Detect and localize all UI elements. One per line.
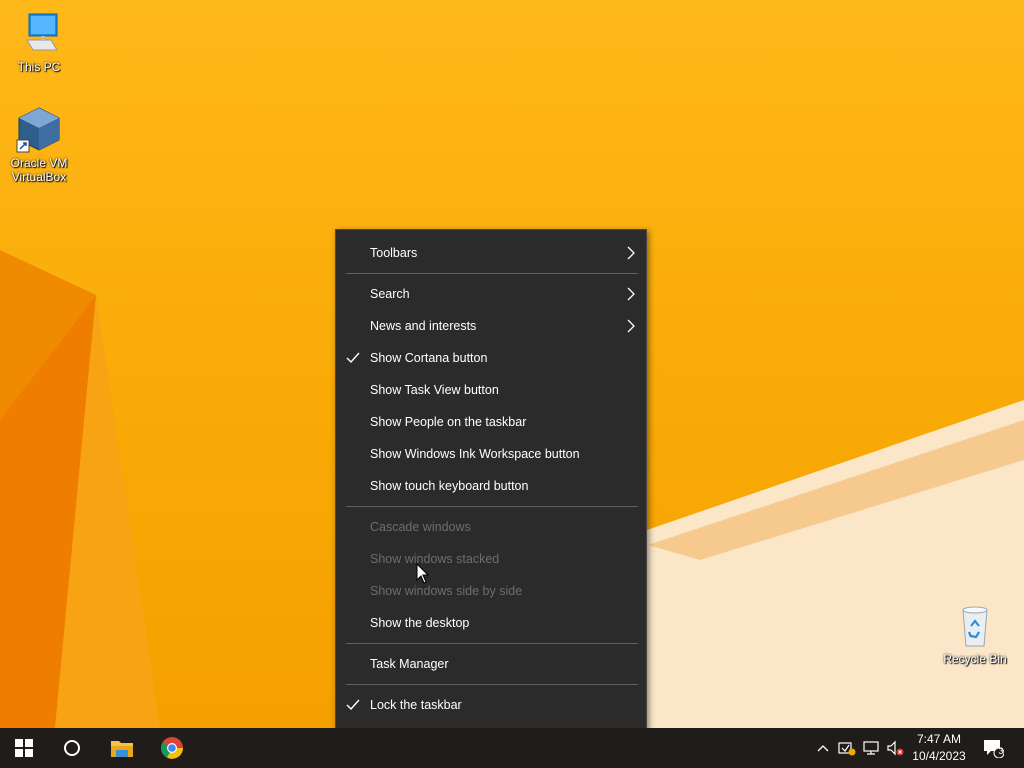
menu-separator — [346, 273, 638, 274]
menu-item-show-cortana-button[interactable]: Show Cortana button — [336, 342, 646, 374]
chrome-icon — [161, 737, 183, 759]
menu-item-label: Show windows stacked — [370, 552, 500, 566]
start-button[interactable] — [0, 728, 48, 768]
menu-item-label: Show touch keyboard button — [370, 479, 529, 493]
menu-item-show-people[interactable]: Show People on the taskbar — [336, 406, 646, 438]
checkmark-icon — [346, 352, 360, 364]
volume-muted-icon — [887, 740, 904, 756]
menu-item-label: Task Manager — [370, 657, 449, 671]
desktop-icon-label: Recycle Bin — [943, 652, 1007, 666]
desktop-icon-recycle-bin[interactable]: Recycle Bin — [936, 602, 1014, 666]
chevron-right-icon — [627, 246, 635, 260]
start-icon — [15, 739, 33, 757]
taskbar[interactable]: 7:47 AM 10/4/2023 3 — [0, 728, 1024, 768]
menu-item-lock-the-taskbar[interactable]: Lock the taskbar — [336, 689, 646, 721]
cortana-button[interactable] — [48, 728, 96, 768]
show-hidden-icons-button[interactable] — [814, 728, 832, 768]
menu-item-show-windows-ink[interactable]: Show Windows Ink Workspace button — [336, 438, 646, 470]
menu-item-show-touch-keyboard[interactable]: Show touch keyboard button — [336, 470, 646, 502]
clock-date: 10/4/2023 — [912, 749, 966, 763]
menu-item-label: Toolbars — [370, 246, 418, 260]
desktop-icon-label: This PC — [17, 60, 61, 74]
file-explorer-button[interactable] — [98, 728, 146, 768]
clock-time: 7:47 AM — [916, 732, 962, 746]
network-icon — [863, 741, 879, 755]
menu-separator — [346, 506, 638, 507]
menu-item-show-windows-side-by-side: Show windows side by side — [336, 575, 646, 607]
clock[interactable]: 7:47 AM 10/4/2023 — [904, 731, 974, 765]
desktop-icon-this-pc[interactable]: This PC — [0, 10, 78, 74]
desktop-icon-label-line1: Oracle VM — [10, 156, 68, 170]
chevron-right-icon — [627, 287, 635, 301]
network-tray-button[interactable] — [860, 728, 882, 768]
volume-tray-button[interactable] — [884, 728, 906, 768]
chrome-button[interactable] — [148, 728, 196, 768]
notification-count-badge: 3 — [998, 746, 1004, 756]
security-tray-button[interactable] — [836, 728, 858, 768]
desktop-icon-virtualbox[interactable]: Oracle VM VirtualBox — [0, 106, 78, 184]
menu-item-label: Lock the taskbar — [370, 698, 462, 712]
menu-item-label: Show Windows Ink Workspace button — [370, 447, 580, 461]
file-explorer-icon — [111, 741, 133, 757]
menu-item-label: Cascade windows — [370, 520, 471, 534]
menu-item-cascade-windows: Cascade windows — [336, 511, 646, 543]
menu-item-news-and-interests[interactable]: News and interests — [336, 310, 646, 342]
mouse-pointer-icon — [416, 563, 430, 584]
checkmark-icon — [346, 699, 360, 711]
menu-item-label: Show the desktop — [370, 616, 470, 630]
menu-item-show-the-desktop[interactable]: Show the desktop — [336, 607, 646, 639]
menu-item-toolbars[interactable]: Toolbars — [336, 237, 646, 269]
menu-item-label: News and interests — [370, 319, 477, 333]
menu-item-label: Show Task View button — [370, 383, 499, 397]
menu-item-search[interactable]: Search — [336, 278, 646, 310]
menu-item-show-task-view-button[interactable]: Show Task View button — [336, 374, 646, 406]
this-pc-icon — [26, 13, 58, 51]
menu-item-show-windows-stacked: Show windows stacked — [336, 543, 646, 575]
taskbar-context-menu: Toolbars Search News and interests Show … — [335, 229, 647, 761]
chevron-right-icon — [627, 319, 635, 333]
desktop-icon-label-line2: VirtualBox — [11, 170, 67, 184]
menu-separator — [346, 643, 638, 644]
virtualbox-icon — [16, 107, 60, 153]
cortana-icon — [64, 740, 80, 756]
security-icon — [838, 742, 856, 756]
chevron-up-icon — [817, 745, 829, 752]
menu-item-label: Search — [370, 287, 410, 301]
menu-item-label: Show Cortana button — [370, 351, 488, 365]
recycle-bin-icon — [962, 606, 988, 647]
action-center-button[interactable]: 3 — [978, 728, 1008, 768]
menu-separator — [346, 684, 638, 685]
menu-item-task-manager[interactable]: Task Manager — [336, 648, 646, 680]
menu-item-label: Show windows side by side — [370, 584, 523, 598]
menu-item-label: Show People on the taskbar — [370, 415, 527, 429]
